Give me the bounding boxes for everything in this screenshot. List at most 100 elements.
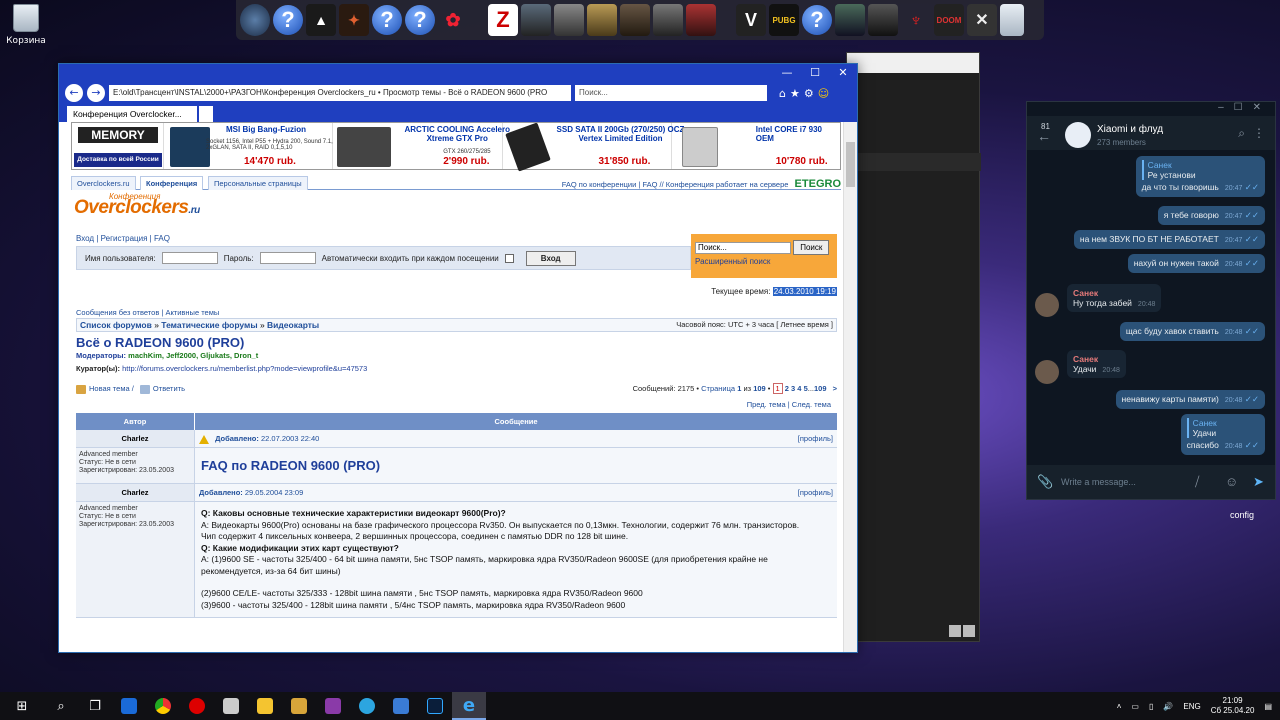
next-topic-link[interactable]: След. тема (792, 400, 831, 409)
post-author[interactable]: Charlez (76, 430, 194, 448)
assassins-creed-icon[interactable]: ▲ (306, 4, 336, 36)
youtube-icon[interactable] (180, 692, 214, 720)
tab-overclockers[interactable]: Overclockers.ru (71, 176, 136, 190)
message-bubble[interactable]: Санек Ре установи да что ты говоришь 20:47… (1135, 156, 1265, 197)
login-button[interactable]: Вход (525, 250, 576, 266)
overclockers-logo[interactable]: Overclockers.ru (74, 197, 200, 219)
crysis2-icon[interactable] (835, 4, 865, 36)
username-input[interactable] (161, 252, 218, 264)
cinema4d-icon[interactable] (240, 4, 270, 36)
prev-topic-link[interactable]: Пред. тема (747, 400, 786, 409)
page-link[interactable]: 2 (785, 384, 789, 393)
jedi-icon[interactable]: ✦ (339, 4, 369, 36)
question-icon[interactable]: ? (372, 5, 402, 35)
etegro-logo[interactable]: ETEGRO (795, 178, 841, 190)
breadcrumb-forums[interactable]: Список форумов (80, 320, 152, 330)
tab-conference[interactable]: Конференция (140, 176, 204, 190)
back-icon[interactable]: ← (65, 84, 83, 102)
z-icon[interactable]: Z (488, 4, 518, 36)
tools-gear-icon[interactable]: ⚙ (804, 87, 814, 100)
tray-up-icon[interactable]: ˄ (1117, 702, 1122, 711)
assassin-icon[interactable]: ♆ (901, 4, 931, 36)
call-of-duty-bo-icon[interactable] (868, 4, 898, 36)
message-bubble[interactable]: я тебе говорю 20:47 ✓✓ (1157, 206, 1265, 225)
winrar-icon[interactable] (316, 692, 350, 720)
language-indicator[interactable]: ENG (1183, 702, 1200, 711)
avatar[interactable] (1065, 122, 1091, 148)
new-topic-button[interactable]: Новая тема (89, 384, 130, 393)
forum-search-input[interactable]: Поиск... (695, 241, 791, 254)
chat-header[interactable]: ← 81 Xiaomi и флуд 273 members ⌕ ⋮ (1027, 116, 1275, 150)
browser-tab-active[interactable]: Конференция Overclocker... (67, 106, 197, 122)
feedback-smiley-icon[interactable]: ☺ (818, 87, 829, 100)
pubg-lite-icon[interactable]: PUBG (769, 4, 799, 36)
message-bubble[interactable]: ненавижу карты памяти) 20:48 ✓✓ (1115, 390, 1265, 409)
password-input[interactable] (259, 252, 316, 264)
home-icon[interactable]: ⌂ (779, 87, 786, 100)
unanswered-link[interactable]: Сообщения без ответов (76, 308, 159, 317)
breadcrumb-thematic[interactable]: Тематические форумы (161, 320, 257, 330)
message-bubble[interactable]: щас буду хавок ставить 20:48 ✓✓ (1119, 322, 1265, 341)
telegram-icon[interactable] (350, 692, 384, 720)
faq-link[interactable]: FAQ (154, 234, 170, 243)
notifications-icon[interactable]: ▤ (1264, 702, 1272, 711)
app-icon[interactable] (214, 692, 248, 720)
call-of-duty-ww2-icon[interactable] (653, 4, 683, 36)
forward-icon[interactable]: → (87, 84, 105, 102)
files-icon[interactable] (282, 692, 316, 720)
file-explorer-icon[interactable] (248, 692, 282, 720)
message-bubble[interactable]: Санек Удачи 20:48 (1067, 350, 1126, 378)
message-bubble[interactable]: Санек Ну тогда забей 20:48 (1067, 284, 1162, 312)
page-scrollbar[interactable] (843, 122, 857, 652)
more-icon[interactable]: ⋮ (1253, 126, 1265, 140)
doom-eternal-icon[interactable]: ✕ (967, 4, 997, 36)
profile-link[interactable]: [профиль] (798, 430, 833, 448)
post-author[interactable]: Charlez (76, 484, 194, 502)
forum-search-button[interactable]: Поиск (793, 240, 830, 255)
message-bubble[interactable]: Санек Удачи спасибо 20:48 ✓✓ (1180, 414, 1265, 455)
ghost-recon-icon[interactable] (521, 4, 551, 36)
view-list-icon[interactable] (949, 625, 961, 637)
message-bubble[interactable]: на нем ЗВУК ПО БТ НЕ РАБОТАЕТ 20:47 ✓✓ (1073, 230, 1265, 249)
chrome-icon[interactable] (146, 692, 180, 720)
photoshop-icon[interactable] (418, 692, 452, 720)
commands-icon[interactable]: ⧸ (1195, 474, 1199, 490)
background-window[interactable] (846, 52, 981, 642)
login-link[interactable]: Вход (76, 234, 94, 243)
internet-explorer-icon[interactable]: e (452, 692, 486, 720)
question-icon[interactable]: ? (405, 5, 435, 35)
desktop-recycle-bin[interactable]: Корзина (6, 4, 46, 46)
v-icon[interactable]: V (736, 4, 766, 36)
browser-titlebar[interactable]: — ☐ ✕ (59, 64, 857, 82)
reply-button[interactable]: Ответить (153, 384, 185, 393)
page-link[interactable]: 109 (814, 384, 827, 393)
moderators-list[interactable]: machKim, Jeff2000, Gljukats, Dron_t (128, 351, 258, 360)
ad-banner[interactable]: MEMORY Доставка по всей России MSI Big B… (71, 122, 841, 172)
favorites-icon[interactable]: ★ (790, 87, 800, 100)
remote-desktop-icon[interactable] (384, 692, 418, 720)
send-icon[interactable]: ➤ (1253, 474, 1264, 490)
settings-icon[interactable]: ✿ (438, 4, 468, 36)
bioshock-icon[interactable] (620, 4, 650, 36)
avatar[interactable] (1035, 293, 1059, 317)
attach-icon[interactable]: 📎 (1037, 474, 1053, 490)
faq-conference-link[interactable]: FAQ по конференции (562, 180, 637, 189)
recycle-icon[interactable] (1000, 4, 1024, 36)
window-controls[interactable]: –☐✕ (1218, 102, 1271, 113)
windows-start-icon[interactable]: ⊞ (0, 692, 44, 720)
page-title[interactable]: Всё о RADEON 9600 (PRO) (76, 335, 244, 350)
crysis-icon[interactable] (554, 4, 584, 36)
breadcrumb-videocards[interactable]: Видеокарты (267, 320, 319, 330)
task-view-icon[interactable]: ❐ (78, 692, 112, 720)
minimize-icon[interactable]: — (773, 64, 801, 82)
avatar[interactable] (1035, 360, 1059, 384)
profile-link[interactable]: [профиль] (798, 484, 833, 502)
page-link[interactable]: 4 (797, 384, 801, 393)
desktop-folder-config[interactable]: config (1230, 510, 1254, 520)
browser-search-input[interactable]: Поиск... (575, 85, 767, 101)
maximize-icon[interactable]: ☐ (801, 64, 829, 82)
curator-link[interactable]: http://forums.overclockers.ru/memberlist… (122, 364, 367, 373)
new-tab-button[interactable] (199, 106, 213, 122)
message-bubble[interactable]: нахуй он нужен такой 20:48 ✓✓ (1127, 254, 1265, 273)
battery-icon[interactable]: ▯ (1149, 702, 1153, 711)
